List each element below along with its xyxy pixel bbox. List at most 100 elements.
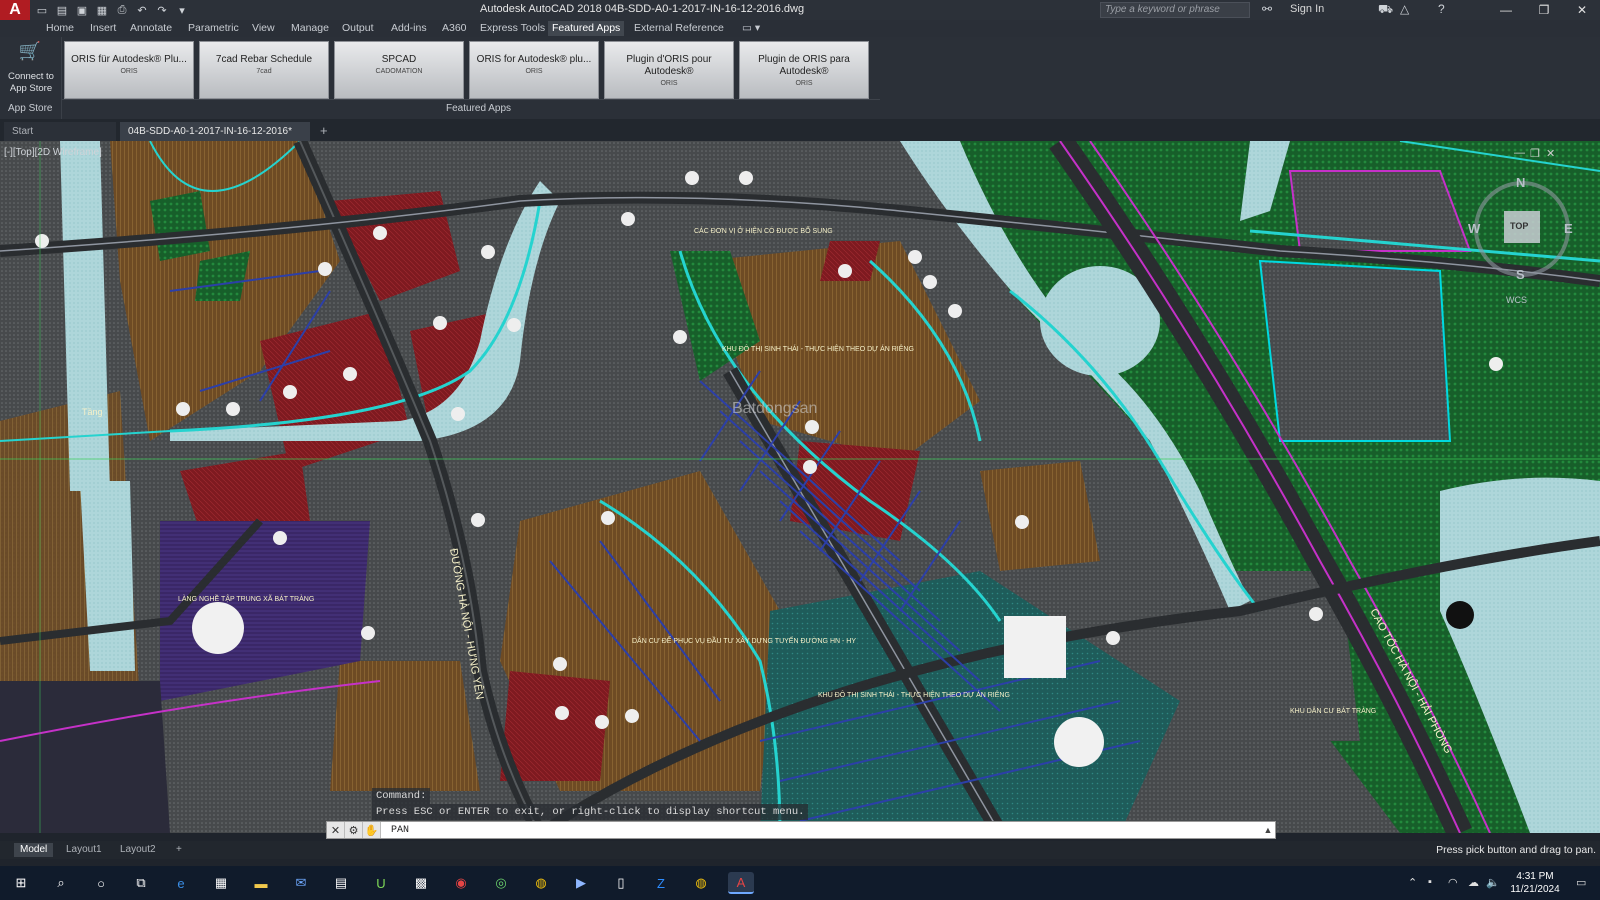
autocad-icon[interactable]: A	[728, 872, 754, 894]
app-store-panel: 🛒 Connect to App Store App Store	[0, 37, 62, 119]
ribbon-options-icon[interactable]: ▭ ▾	[738, 21, 764, 36]
tab-output[interactable]: Output	[338, 21, 378, 36]
search-input[interactable]: Type a keyword or phrase	[1100, 2, 1250, 18]
network-icon[interactable]: ☁	[1468, 876, 1479, 889]
featured-app-button[interactable]: 7cad Rebar Schedule 7cad	[199, 41, 329, 99]
tab-manage[interactable]: Manage	[287, 21, 333, 36]
close-icon[interactable]: ✕	[327, 822, 345, 838]
explorer-icon[interactable]: ▬	[248, 872, 274, 894]
featured-app-vendor: ORIS	[120, 68, 138, 75]
viewcube-west[interactable]: W	[1468, 221, 1480, 236]
sign-in-button[interactable]: Sign In	[1290, 3, 1324, 15]
tab-layout1[interactable]: Layout1	[60, 843, 108, 857]
map-label: Tầng	[82, 407, 103, 417]
undo-icon[interactable]: ↶	[134, 2, 150, 18]
tab-insert[interactable]: Insert	[86, 21, 120, 36]
wcs-menu[interactable]: WCS	[1506, 295, 1527, 305]
chevron-up-icon[interactable]: ▲	[1261, 825, 1275, 835]
windows-icon[interactable]: ⊞	[8, 872, 34, 894]
featured-app-button[interactable]: Plugin d'ORIS pour Autodesk® ORIS	[604, 41, 734, 99]
app-red-icon[interactable]: ◉	[448, 872, 474, 894]
app-grid-icon[interactable]: ▩	[408, 872, 434, 894]
new-icon[interactable]: ▭	[34, 2, 50, 18]
tab-express-tools[interactable]: Express Tools	[476, 21, 549, 36]
media-icon[interactable]: ▶	[568, 872, 594, 894]
featured-app-button[interactable]: ORIS für Autodesk® Plu... ORIS	[64, 41, 194, 99]
task-view-icon[interactable]: ⧉	[128, 872, 154, 894]
save-icon[interactable]: ▣	[74, 2, 90, 18]
viewcube[interactable]: N W E S TOP	[1468, 175, 1576, 283]
system-clock[interactable]: 4:31 PM 11/21/2024	[1505, 870, 1565, 896]
dropdown-icon[interactable]: ▾	[174, 2, 190, 18]
tab-model[interactable]: Model	[14, 843, 54, 857]
viewcube-east[interactable]: E	[1564, 221, 1573, 236]
featured-app-vendor: CADOMATION	[375, 68, 423, 75]
tab-layout2[interactable]: Layout2	[114, 843, 162, 857]
tab-external-reference[interactable]: External Reference	[630, 21, 728, 36]
minimize-icon[interactable]: —	[1488, 0, 1524, 20]
tab-start[interactable]: Start	[4, 122, 116, 141]
urban-plan-drawing: ĐƯỜNG HÀ NỘI - HƯNG YÊN CAO TỐC HÀ NỘI -…	[0, 141, 1600, 833]
featured-app-vendor: ORIS	[525, 68, 543, 75]
new-tab-button[interactable]: +	[320, 123, 328, 138]
cortana-icon[interactable]: ○	[88, 872, 114, 894]
tab-featured-apps[interactable]: Featured Apps	[548, 21, 625, 36]
connect-app-store-button[interactable]: Connect to App Store	[3, 71, 59, 95]
command-input[interactable]	[381, 822, 1261, 838]
viewport-controls-label[interactable]: [-][Top][2D Wireframe]	[4, 147, 102, 158]
viewcube-north[interactable]: N	[1516, 175, 1525, 190]
clock-time: 4:31 PM	[1516, 871, 1554, 882]
file-icon[interactable]: ▯	[608, 872, 634, 894]
map-label: KHU ĐÔ THỊ SINH THÁI - THỰC HIỆN THEO DỰ…	[722, 344, 914, 353]
featured-app-button[interactable]: ORIS for Autodesk® plu... ORIS	[469, 41, 599, 99]
app-green-icon[interactable]: ◎	[488, 872, 514, 894]
exchange-icon[interactable]: △	[1400, 2, 1409, 16]
viewcube-south[interactable]: S	[1516, 267, 1525, 282]
tray-chevron-icon[interactable]: ⌃	[1408, 876, 1417, 889]
pan-hand-icon[interactable]: ✋	[363, 822, 381, 838]
viewport-restore-icon[interactable]: ❐	[1530, 147, 1540, 160]
binoculars-icon[interactable]: ⚯	[1262, 2, 1272, 16]
add-layout-button[interactable]: +	[170, 843, 188, 857]
close-icon[interactable]: ✕	[1564, 0, 1600, 20]
tab-home[interactable]: Home	[42, 21, 78, 36]
redo-icon[interactable]: ↷	[154, 2, 170, 18]
tab-add-ins[interactable]: Add-ins	[387, 21, 431, 36]
edge-icon[interactable]: e	[168, 872, 194, 894]
help-icon[interactable]: ?	[1438, 2, 1445, 16]
drawing-canvas[interactable]: ĐƯỜNG HÀ NỘI - HƯNG YÊN CAO TỐC HÀ NỘI -…	[0, 141, 1600, 833]
cart-icon[interactable]: ⛟	[1378, 2, 1393, 18]
mail-icon[interactable]: ✉	[288, 872, 314, 894]
store-icon[interactable]: ▦	[208, 872, 234, 894]
ribbon-tab-bar: Home Insert Annotate Parametric View Man…	[0, 20, 1600, 37]
featured-apps-caption: Featured Apps	[446, 103, 512, 114]
tab-drawing[interactable]: 04B-SDD-A0-1-2017-IN-16-12-2016*	[120, 122, 310, 141]
viewport-close-icon[interactable]: ✕	[1546, 147, 1555, 160]
featured-app-button[interactable]: Plugin de ORIS para Autodesk® ORIS	[739, 41, 869, 99]
wrench-icon[interactable]: ⚙	[345, 822, 363, 838]
notification-icon[interactable]: ▭	[1576, 876, 1586, 889]
tab-view[interactable]: View	[248, 21, 279, 36]
chrome2-icon[interactable]: ◍	[688, 872, 714, 894]
autocad-logo-icon[interactable]: A	[0, 0, 30, 20]
calculator-icon[interactable]: ▤	[328, 872, 354, 894]
tab-a360[interactable]: A360	[438, 21, 471, 36]
featured-app-vendor: ORIS	[795, 80, 813, 87]
save-as-icon[interactable]: ▦	[94, 2, 110, 18]
wifi-icon[interactable]: ◠	[1448, 876, 1458, 889]
search-icon[interactable]: ⌕	[48, 872, 74, 894]
viewport-minimize-icon[interactable]: —	[1514, 147, 1525, 159]
volume-icon[interactable]: 🔈	[1486, 876, 1500, 889]
viewcube-top-face[interactable]: TOP	[1510, 221, 1528, 231]
tab-parametric[interactable]: Parametric	[184, 21, 243, 36]
restore-icon[interactable]: ❐	[1526, 0, 1562, 20]
open-icon[interactable]: ▤	[54, 2, 70, 18]
cart-icon[interactable]: 🛒	[18, 41, 42, 63]
tab-annotate[interactable]: Annotate	[126, 21, 176, 36]
print-icon[interactable]: ⎙	[114, 2, 130, 18]
featured-app-button[interactable]: SPCAD CADOMATION	[334, 41, 464, 99]
zalo-icon[interactable]: Z	[648, 872, 674, 894]
tray-app-icon[interactable]: ▪	[1428, 876, 1432, 888]
chrome-icon[interactable]: ◍	[528, 872, 554, 894]
app-u-icon[interactable]: U	[368, 872, 394, 894]
